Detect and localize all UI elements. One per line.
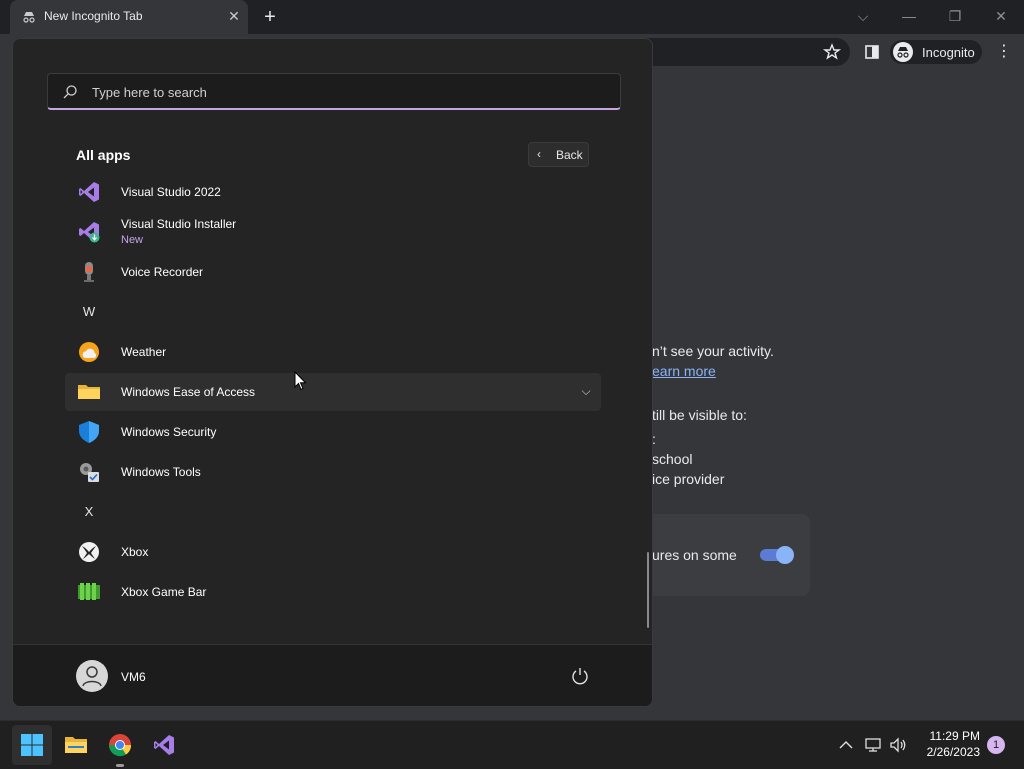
chrome-icon [109, 734, 132, 757]
app-label: Visual Studio Installer [121, 217, 237, 231]
new-tab-button[interactable]: + [259, 6, 281, 28]
file-explorer-button[interactable] [56, 725, 96, 765]
toggle-knob [776, 546, 794, 564]
mouse-cursor-icon [294, 371, 307, 391]
tab-close-icon[interactable]: ✕ [224, 6, 244, 26]
browser-menu-icon[interactable]: ⋮ [996, 42, 1012, 62]
tab-search-icon[interactable]: ⌵ [843, 4, 883, 28]
start-menu: All apps ‹ Back Visual Studio 2022 Visua… [12, 38, 653, 707]
app-label: Xbox [121, 545, 149, 559]
user-name[interactable]: VM6 [121, 670, 146, 684]
incognito-profile-button[interactable]: Incognito [890, 40, 982, 64]
learn-more-link[interactable]: earn more [652, 363, 716, 379]
app-xbox[interactable]: Xbox [65, 533, 601, 571]
file-explorer-icon [65, 737, 87, 753]
incognito-text-provider: ice provider [652, 471, 725, 487]
start-menu-footer: VM6 [13, 644, 652, 706]
app-voice-recorder[interactable]: Voice Recorder [65, 253, 601, 291]
clock-time: 11:29 PM [929, 729, 980, 743]
start-button[interactable] [12, 725, 52, 765]
windows-tools-icon [80, 463, 99, 482]
voice-recorder-icon [84, 262, 94, 282]
section-letter-w[interactable]: W [77, 293, 101, 331]
app-label: Windows Ease of Access [121, 385, 256, 399]
app-visual-studio-2022[interactable]: Visual Studio 2022 [65, 173, 601, 211]
app-folder-windows-ease-of-access[interactable]: Windows Ease of Access ⌵ [65, 373, 601, 411]
cookie-card-text: ures on some [652, 547, 737, 563]
folder-icon [78, 385, 100, 399]
restore-button[interactable]: ❐ [935, 4, 975, 28]
xbox-game-bar-icon [78, 583, 100, 600]
incognito-text-activity: n’t see your activity. [652, 343, 774, 359]
block-cookies-toggle[interactable] [760, 546, 794, 564]
visual-studio-button[interactable] [144, 725, 184, 765]
tab-new-incognito[interactable]: New Incognito Tab ✕ [10, 0, 248, 34]
clock-date: 2/26/2023 [926, 745, 980, 759]
volume-icon[interactable] [888, 735, 908, 755]
person-icon [82, 666, 102, 687]
bookmark-star-icon[interactable] [822, 42, 842, 62]
new-badge: New [121, 234, 144, 246]
weather-icon [79, 342, 99, 362]
app-label: Visual Studio 2022 [121, 185, 221, 199]
minimize-button[interactable]: — [889, 4, 929, 28]
power-icon[interactable] [570, 666, 590, 686]
app-label: Windows Security [121, 425, 217, 439]
incognito-text-school: school [652, 451, 693, 467]
chevron-up-icon[interactable] [836, 735, 856, 755]
section-letter-x[interactable]: X [77, 493, 101, 531]
app-windows-security[interactable]: Windows Security [65, 413, 601, 451]
running-indicator [116, 764, 124, 767]
app-weather[interactable]: Weather [65, 333, 601, 371]
chevron-down-icon[interactable]: ⌵ [579, 384, 593, 398]
visual-studio-installer-icon [79, 222, 100, 243]
taskbar: 11:29 PM 2/26/2023 1 [0, 720, 1024, 769]
clock[interactable]: 11:29 PM 2/26/2023 [916, 728, 980, 760]
close-window-button[interactable]: ✕ [981, 4, 1021, 28]
notification-badge[interactable]: 1 [987, 736, 1005, 754]
app-label: Weather [121, 345, 167, 359]
app-label: Voice Recorder [121, 265, 204, 279]
chrome-button[interactable] [100, 725, 140, 767]
network-icon[interactable] [863, 735, 883, 755]
windows-logo-icon [21, 734, 43, 756]
browser-tabstrip: New Incognito Tab ✕ + ⌵ — ❐ ✕ [0, 0, 1024, 34]
app-label: Windows Tools [121, 465, 201, 479]
app-visual-studio-installer[interactable]: Visual Studio Installer New [65, 213, 601, 251]
app-list-scrollbar[interactable] [647, 552, 649, 628]
visual-studio-icon [154, 735, 174, 755]
user-avatar[interactable] [76, 660, 108, 692]
tab-title: New Incognito Tab [44, 9, 143, 23]
incognito-text-visible: till be visible to: [652, 407, 747, 423]
incognito-icon [23, 12, 35, 23]
app-list: Visual Studio 2022 Visual Studio Install… [13, 39, 652, 644]
app-windows-tools[interactable]: Windows Tools [65, 453, 601, 491]
app-label: Xbox Game Bar [121, 585, 207, 599]
side-panel-icon[interactable] [862, 42, 882, 62]
app-xbox-game-bar[interactable]: Xbox Game Bar [65, 573, 601, 611]
shield-icon [79, 421, 99, 443]
incognito-avatar-icon [893, 42, 913, 62]
xbox-icon [79, 542, 99, 562]
incognito-label: Incognito [922, 45, 975, 60]
visual-studio-icon [79, 182, 99, 202]
